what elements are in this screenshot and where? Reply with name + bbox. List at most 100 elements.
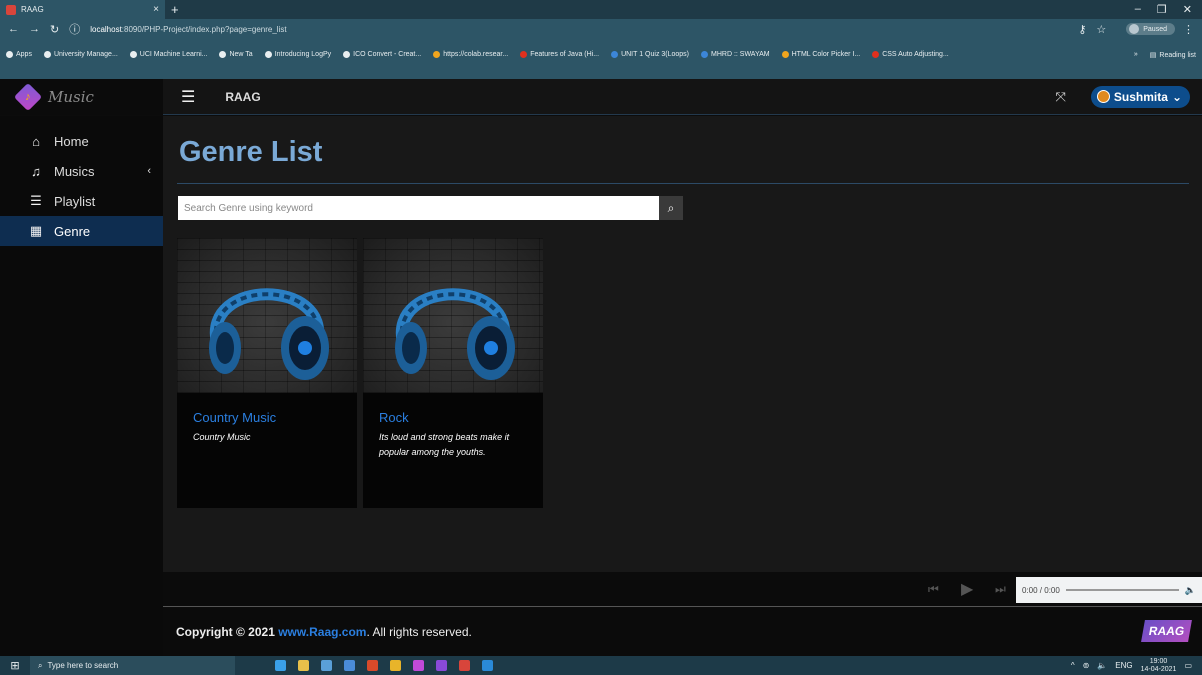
bookmark-item[interactable]: CSS Auto Adjusting...	[872, 51, 949, 58]
bookmark-item[interactable]: UCI Machine Learni...	[129, 51, 207, 58]
sidebar-item-genre[interactable]: ▦ Genre	[0, 216, 163, 246]
audio-progress-slider[interactable]	[1065, 589, 1179, 591]
powerpoint-icon[interactable]	[367, 660, 378, 671]
system-tray: ^ ⊚ 🔈 ENG 19:00 14-04-2021 ▭	[1071, 658, 1202, 674]
play-icon[interactable]: ▶	[961, 579, 973, 599]
bookmark-item[interactable]: MHRD :: SWAYAM	[701, 51, 770, 58]
address-bar: ← → ↻ ⓘ localhost:8090/PHP-Project/index…	[0, 19, 1202, 39]
genre-search-input[interactable]	[178, 196, 659, 220]
user-avatar	[1096, 90, 1110, 103]
home-icon: ⌂	[32, 133, 40, 149]
headphones-icon	[209, 288, 329, 380]
genre-card[interactable]: Rock Its loud and strong beats make it p…	[363, 238, 543, 508]
sidebar-item-musics[interactable]: ♫ Musics ‹	[0, 156, 163, 186]
bookmark-label: HTML Color Picker I...	[791, 51, 861, 58]
volume-tray-icon[interactable]: 🔈	[1097, 661, 1107, 670]
bookmark-item[interactable]: UNIT 1 Quiz 3(Loops)	[611, 51, 689, 58]
restore-icon[interactable]: ❐	[1157, 3, 1167, 16]
edge-icon[interactable]	[275, 660, 286, 671]
notifications-icon[interactable]: ▭	[1184, 661, 1192, 670]
genre-title[interactable]: Country Music	[193, 410, 276, 425]
fullscreen-icon[interactable]: ⤧	[1056, 89, 1066, 105]
minimize-icon[interactable]: –	[1135, 3, 1141, 16]
store-icon[interactable]	[321, 660, 332, 671]
globe-icon	[129, 51, 137, 58]
mail-icon[interactable]	[344, 660, 355, 671]
genre-thumbnail	[177, 238, 357, 393]
taskbar-clock[interactable]: 19:00 14-04-2021	[1141, 658, 1177, 674]
headphones-icon	[395, 288, 515, 380]
search-icon: ⌕	[667, 200, 675, 215]
previous-track-icon[interactable]: ⏮	[928, 582, 939, 597]
copyright-suffix: . All rights reserved.	[366, 625, 472, 639]
globe-icon	[343, 51, 351, 58]
github-icon[interactable]	[436, 660, 447, 671]
search-button[interactable]: ⌕	[659, 196, 683, 220]
genre-title[interactable]: Rock	[379, 410, 409, 425]
hamburger-menu-icon[interactable]: ☰	[181, 87, 195, 107]
sidebar-item-playlist[interactable]: ☰ Playlist	[0, 186, 163, 216]
sidebar: ⌂ Home ♫ Musics ‹ ☰ Playlist ▦ Genre	[0, 116, 163, 656]
lang-indicator[interactable]: ENG	[1115, 661, 1132, 670]
audio-element[interactable]: 0:00 / 0:00 🔈	[1016, 577, 1202, 603]
vscode-icon[interactable]	[482, 660, 493, 671]
app-icon[interactable]	[413, 660, 424, 671]
drive-icon	[781, 51, 789, 58]
main-content: Genre List ⌕ Country Music Country Music	[163, 116, 1202, 572]
browser-tab[interactable]: RAAG ×	[0, 0, 165, 19]
bookmark-item[interactable]: ICO Convert - Creat...	[343, 51, 421, 58]
reading-list-button[interactable]: ▤ Reading list	[1149, 51, 1196, 60]
bookmark-item[interactable]: University Manage...	[43, 51, 118, 58]
bookmark-label: Features of Java (Hi...	[530, 51, 600, 58]
next-track-icon[interactable]: ⏭	[995, 582, 1006, 597]
new-tab-button[interactable]: +	[171, 2, 179, 17]
back-icon[interactable]: ←	[8, 23, 19, 35]
bookmark-label: UNIT 1 Quiz 3(Loops)	[621, 51, 690, 58]
bookmark-item[interactable]: New Ta	[219, 51, 253, 58]
bookmark-item[interactable]: Features of Java (Hi...	[520, 51, 599, 58]
windows-start-icon[interactable]: ⊞	[0, 659, 30, 672]
brand-logo[interactable]: ♪ Music	[0, 78, 163, 115]
volume-icon[interactable]: 🔈	[1185, 585, 1196, 596]
bookmarks-overflow-icon[interactable]: »	[1134, 51, 1138, 58]
info-icon[interactable]: ⓘ	[69, 21, 80, 37]
bookmark-label: MHRD :: SWAYAM	[711, 51, 770, 58]
menu-kebab-icon[interactable]: ⋮	[1183, 23, 1194, 36]
reload-icon[interactable]: ↻	[50, 23, 59, 36]
url-input[interactable]: localhost:8090/PHP-Project/index.php?pag…	[90, 25, 1078, 34]
raag-app-icon[interactable]	[459, 660, 470, 671]
genre-description: Its loud and strong beats make it popula…	[379, 432, 510, 457]
bookmark-item[interactable]: HTML Color Picker I...	[781, 51, 861, 58]
close-window-icon[interactable]: ✕	[1183, 3, 1192, 16]
chrome-icon[interactable]	[390, 660, 401, 671]
genre-card[interactable]: Country Music Country Music	[177, 238, 357, 508]
copyright-prefix: Copyright © 2021	[176, 625, 275, 639]
star-icon[interactable]: ☆	[1096, 23, 1106, 36]
tray-expand-icon[interactable]: ^	[1071, 661, 1075, 670]
key-icon[interactable]: ⚷	[1078, 23, 1086, 36]
taskbar-search[interactable]: ⌕ Type here to search	[30, 656, 235, 675]
url-path: :8090/PHP-Project/index.php?page=genre_l…	[121, 24, 287, 34]
bookmark-label: CSS Auto Adjusting...	[882, 51, 949, 58]
brand-name: Music	[48, 87, 94, 106]
bookmark-label: ICO Convert - Creat...	[353, 51, 422, 58]
user-dropdown-button[interactable]: Sushmita ⌄	[1090, 85, 1190, 108]
sidebar-item-label: Playlist	[54, 193, 96, 209]
forward-icon[interactable]: →	[29, 23, 40, 35]
profile-paused-button[interactable]: Paused	[1126, 23, 1175, 35]
footer-logo: RAAG	[1140, 620, 1192, 642]
bookmark-item[interactable]: Introducing LogPy	[264, 51, 332, 58]
bookmark-item[interactable]: https://colab.resear...	[433, 51, 508, 58]
network-icon[interactable]: ⊚	[1083, 661, 1090, 670]
sidebar-item-home[interactable]: ⌂ Home	[0, 126, 163, 156]
tab-close-button[interactable]: ×	[153, 4, 159, 15]
footer-site-link[interactable]: www.Raag.com	[278, 625, 366, 639]
bookmark-label: University Manage...	[53, 51, 118, 58]
bookmark-item[interactable]: Apps	[6, 51, 32, 58]
table-list-icon: ▦	[29, 223, 43, 238]
reading-list-icon: ▤	[1149, 52, 1157, 59]
os-taskbar: ⊞ ⌕ Type here to search ^ ⊚ 🔈 ENG 19:00 …	[0, 656, 1202, 675]
url-host: localhost	[90, 24, 122, 34]
bookmark-label: Introducing LogPy	[274, 51, 332, 58]
file-explorer-icon[interactable]	[298, 660, 309, 671]
